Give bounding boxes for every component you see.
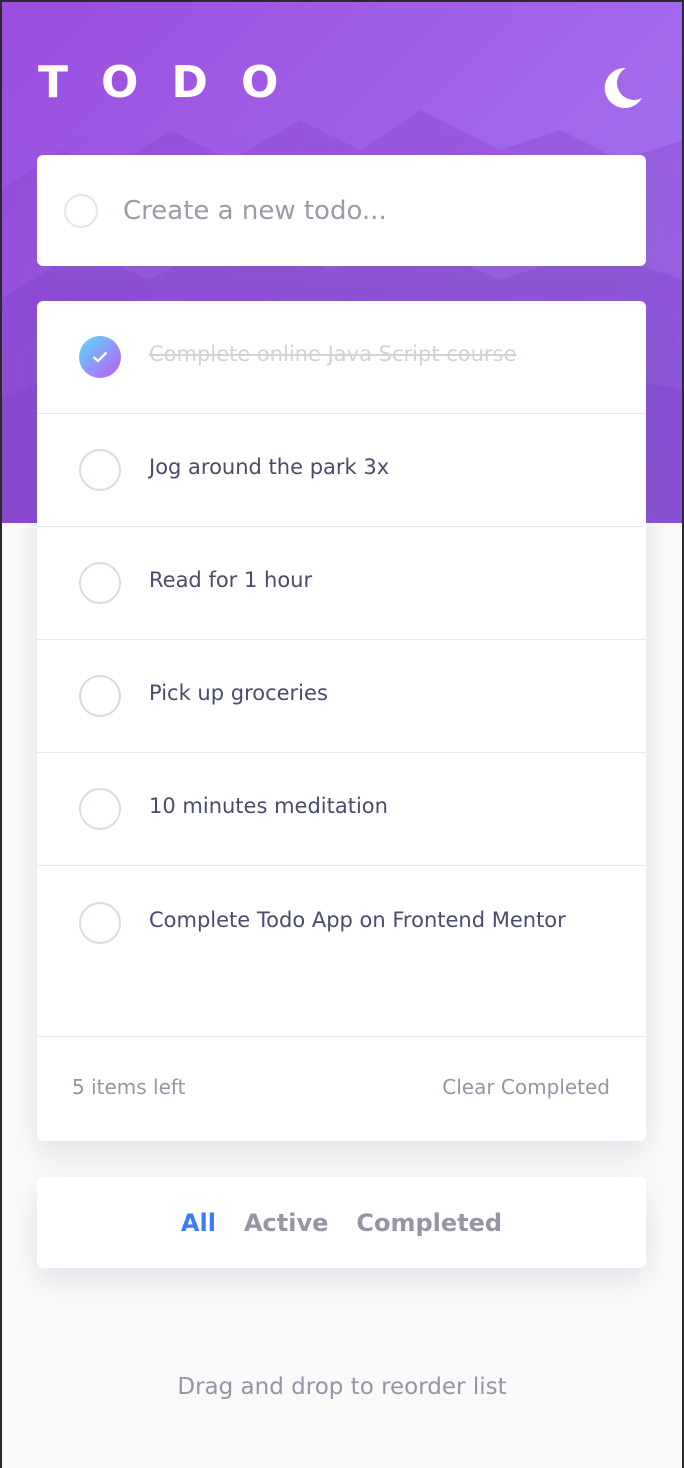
- drag-hint: Drag and drop to reorder list: [177, 1374, 507, 1400]
- app-title: TODO: [38, 57, 312, 108]
- todo-checkbox-checked[interactable]: [79, 336, 121, 378]
- todo-checkbox[interactable]: [79, 562, 121, 604]
- items-left-count: 5 items left: [72, 1075, 186, 1099]
- todo-item[interactable]: Read for 1 hour: [37, 527, 646, 640]
- todo-text[interactable]: Complete online Java Script course: [149, 342, 516, 366]
- todo-text[interactable]: 10 minutes meditation: [149, 794, 388, 818]
- new-todo-circle[interactable]: [64, 194, 98, 228]
- todo-item[interactable]: Jog around the park 3x: [37, 414, 646, 527]
- todo-item[interactable]: Complete online Java Script course: [37, 301, 646, 414]
- todo-checkbox[interactable]: [79, 449, 121, 491]
- new-todo-card: [37, 155, 646, 266]
- todo-text[interactable]: Jog around the park 3x: [149, 455, 389, 479]
- todo-checkbox[interactable]: [79, 675, 121, 717]
- todo-item[interactable]: Complete Todo App on Frontend Mentor: [37, 866, 646, 1036]
- checkmark-icon: [92, 351, 108, 363]
- todo-list: Complete online Java Script course Jog a…: [37, 301, 646, 1141]
- moon-icon: [604, 67, 642, 108]
- list-footer: 5 items left Clear Completed: [37, 1036, 646, 1141]
- todo-checkbox[interactable]: [79, 902, 121, 944]
- theme-toggle-button[interactable]: [598, 64, 646, 112]
- filter-bar: All Active Completed: [37, 1177, 646, 1268]
- filter-all-button[interactable]: All: [181, 1209, 216, 1237]
- clear-completed-button[interactable]: Clear Completed: [442, 1075, 610, 1099]
- todo-item[interactable]: 10 minutes meditation: [37, 753, 646, 866]
- todo-item[interactable]: Pick up groceries: [37, 640, 646, 753]
- todo-text[interactable]: Read for 1 hour: [149, 568, 312, 592]
- filter-completed-button[interactable]: Completed: [356, 1209, 502, 1237]
- todo-text[interactable]: Pick up groceries: [149, 681, 328, 705]
- todo-text[interactable]: Complete Todo App on Frontend Mentor: [149, 908, 566, 932]
- todo-checkbox[interactable]: [79, 788, 121, 830]
- filter-active-button[interactable]: Active: [244, 1209, 328, 1237]
- new-todo-input[interactable]: [121, 185, 625, 237]
